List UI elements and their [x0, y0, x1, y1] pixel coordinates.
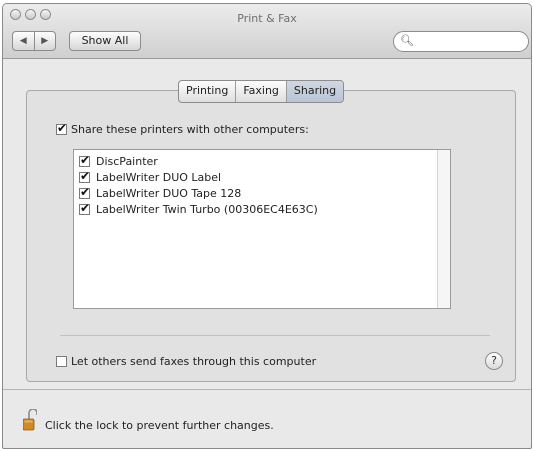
share-printers-option[interactable]: Share these printers with other computer… [56, 121, 309, 136]
tab-faxing[interactable]: Faxing [235, 81, 286, 102]
list-item[interactable]: DiscPainter [79, 153, 158, 168]
lock-icon[interactable] [23, 409, 37, 431]
list-item[interactable]: LabelWriter DUO Tape 128 [79, 185, 242, 200]
tab-sharing[interactable]: Sharing [285, 81, 344, 102]
tab-printing[interactable]: Printing [179, 81, 235, 102]
printer-list[interactable]: DiscPainter LabelWriter DUO Label LabelW… [73, 149, 451, 309]
search-icon: 🔍︎ [400, 34, 414, 47]
share-printers-checkbox[interactable] [56, 121, 67, 135]
printer-checkbox[interactable] [79, 153, 90, 167]
tab-bar: Printing Faxing Sharing [178, 80, 345, 103]
printer-checkbox[interactable] [79, 169, 90, 183]
search-field[interactable]: 🔍︎ [393, 31, 529, 52]
help-button[interactable]: ? [485, 352, 503, 370]
divider [60, 335, 490, 336]
title-bar: Print & Fax ◀ ▶ Show All 🔍︎ [3, 4, 531, 59]
back-forward-control: ◀ ▶ [12, 31, 56, 51]
share-printers-label: Share these printers with other computer… [71, 123, 309, 136]
footer-divider [3, 389, 531, 390]
lock-message: Click the lock to prevent further change… [45, 419, 274, 432]
printer-name: LabelWriter Twin Turbo (00306EC4E63C) [96, 203, 318, 216]
window-title: Print & Fax [237, 12, 297, 25]
fax-sharing-checkbox[interactable] [56, 356, 67, 367]
fax-sharing-option[interactable]: Let others send faxes through this compu… [56, 355, 316, 368]
list-item[interactable]: LabelWriter Twin Turbo (00306EC4E63C) [79, 201, 318, 216]
printer-checkbox[interactable] [79, 201, 90, 215]
printer-checkbox[interactable] [79, 185, 90, 199]
back-button[interactable]: ◀ [13, 32, 34, 50]
search-input[interactable] [414, 34, 522, 48]
print-fax-window: Print & Fax ◀ ▶ Show All 🔍︎ Printing Fax… [2, 3, 532, 449]
show-all-button[interactable]: Show All [69, 31, 141, 51]
fax-sharing-label: Let others send faxes through this compu… [71, 355, 317, 368]
printer-name: LabelWriter DUO Label [96, 171, 222, 184]
printer-name: LabelWriter DUO Tape 128 [96, 187, 242, 200]
printer-name: DiscPainter [96, 155, 158, 168]
list-scrollbar[interactable] [437, 150, 450, 308]
forward-button[interactable]: ▶ [33, 32, 56, 50]
list-item[interactable]: LabelWriter DUO Label [79, 169, 222, 184]
